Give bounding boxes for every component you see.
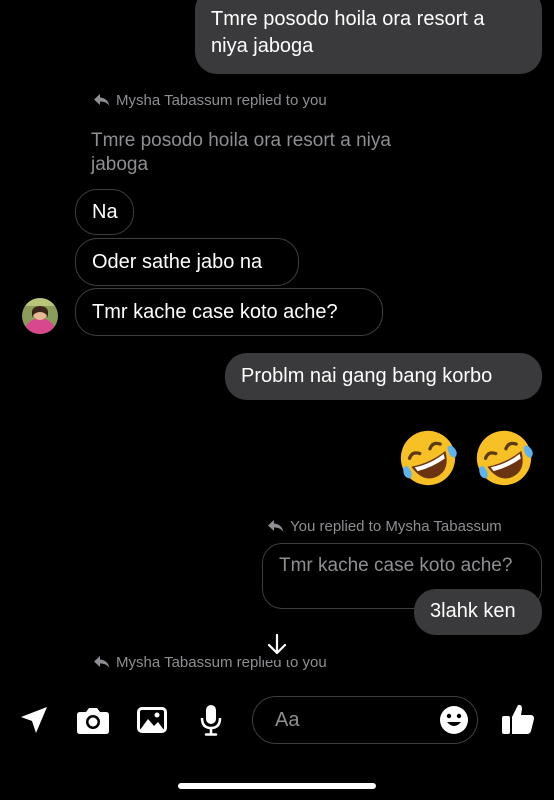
reply-indicator: Mysha Tabassum replied to you [94, 92, 327, 109]
message-input-container[interactable] [252, 696, 478, 744]
home-indicator [178, 783, 376, 789]
quoted-message[interactable]: Tmre posodo hoila ora resort a niya jabo… [91, 129, 391, 177]
message-incoming[interactable]: Oder sathe jabo na [75, 238, 299, 286]
message-outgoing[interactable]: Problm nai gang bang korbo [225, 353, 542, 400]
camera-button[interactable] [75, 702, 111, 738]
message-incoming[interactable]: Tmr kache case koto ache? [75, 288, 383, 336]
microphone-icon [200, 705, 222, 736]
avatar-image [22, 298, 58, 334]
reply-indicator-text: You replied to Mysha Tabassum [290, 518, 502, 535]
rolling-laughing-emoji-icon[interactable] [398, 428, 458, 488]
camera-icon [77, 708, 109, 734]
reply-arrow-icon [94, 94, 110, 106]
message-outgoing[interactable]: Tmre posodo hoila ora resort a niya jabo… [195, 0, 542, 74]
scroll-down-arrow-icon [267, 634, 287, 655]
quoted-message-text: Tmr kache case koto ache? [279, 555, 513, 576]
message-text: Na [92, 201, 118, 223]
reply-arrow-icon [268, 520, 284, 532]
message-text: Problm nai gang bang korbo [241, 365, 493, 387]
message-text: 3lahk ken [430, 600, 516, 622]
gallery-button[interactable] [134, 702, 170, 738]
rolling-laughing-emoji-icon[interactable] [474, 428, 534, 488]
location-arrow-icon [21, 707, 47, 733]
reply-indicator: You replied to Mysha Tabassum [268, 518, 502, 535]
reply-arrow-icon [94, 656, 110, 668]
emoji-icon[interactable] [439, 705, 469, 735]
reply-indicator-text: Mysha Tabassum replied to you [116, 92, 327, 109]
like-button[interactable] [500, 701, 536, 737]
message-outgoing[interactable]: 3lahk ken [414, 589, 542, 635]
message-text: Tmre posodo hoila ora resort a niya jabo… [211, 8, 485, 57]
message-text: Tmr kache case koto ache? [92, 301, 338, 323]
voice-button[interactable] [193, 702, 229, 738]
scroll-to-bottom-button[interactable] [262, 630, 292, 660]
image-icon [137, 707, 167, 733]
location-button[interactable] [16, 702, 52, 738]
avatar[interactable] [22, 298, 58, 334]
quoted-message-text: Tmre posodo hoila ora resort a niya jabo… [91, 130, 391, 175]
message-text: Oder sathe jabo na [92, 251, 263, 273]
message-incoming[interactable]: Na [75, 189, 134, 235]
thumbs-up-icon [502, 704, 534, 734]
message-input[interactable] [273, 697, 437, 744]
reply-indicator-text: Mysha Tabassum replied to you [116, 654, 327, 671]
